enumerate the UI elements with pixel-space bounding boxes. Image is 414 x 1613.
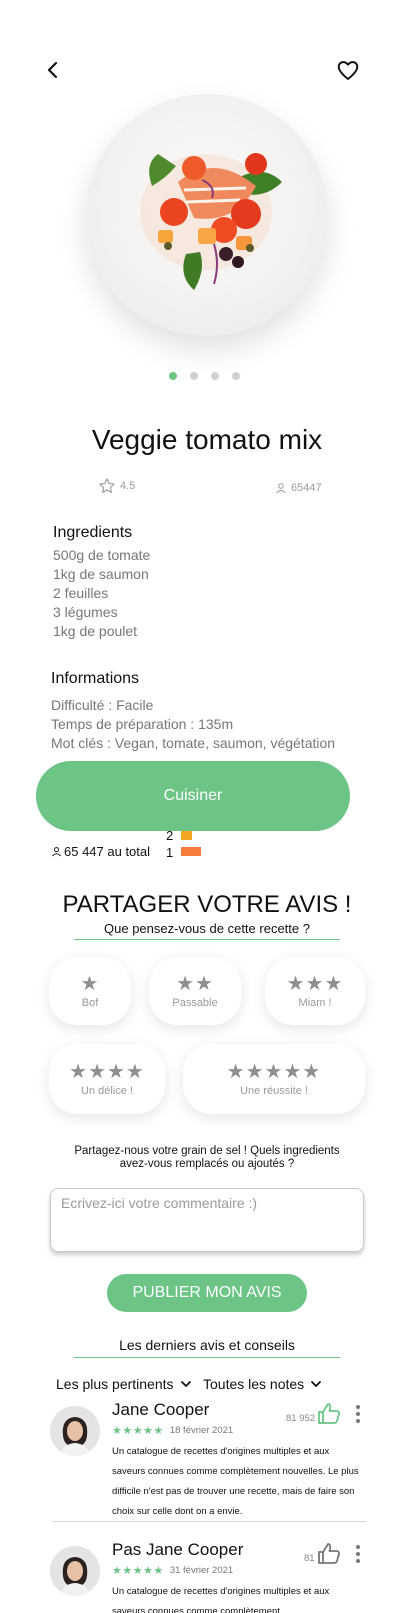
divider	[74, 1357, 340, 1358]
recipe-title: Veggie tomato mix	[91, 424, 323, 455]
share-subtitle: Que pensez-vous de cette recette ?	[104, 921, 310, 936]
rate-option-5[interactable]: ★★★★★ Une réussite !	[183, 1044, 365, 1114]
rate-stars: ★★★	[286, 972, 344, 995]
review-meta: ★★★★★ 18 février 2021	[112, 1424, 233, 1437]
cook-button[interactable]: Cuisiner	[36, 761, 350, 831]
review-likes: 81 952	[286, 1402, 341, 1424]
rate-label: Une réussite !	[240, 1084, 308, 1097]
keywords: Mot clés : Vegan, tomate, saumon, végéta…	[51, 735, 336, 751]
sort-filter-label: Les plus pertinents	[56, 1376, 174, 1392]
avatar	[50, 1546, 100, 1596]
rate-stars: ★★★★	[69, 1060, 145, 1083]
avatar-image	[50, 1546, 100, 1596]
rate-option-1[interactable]: ★ Bof	[49, 957, 131, 1025]
rate-option-3[interactable]: ★★★ Miam !	[265, 957, 365, 1025]
user-icon	[276, 483, 286, 494]
informations-title: Informations	[51, 670, 140, 687]
ingredient-item: 3 légumes	[53, 604, 118, 620]
rate-option-4[interactable]: ★★★★ Un délice !	[49, 1044, 165, 1114]
review-menu-button[interactable]	[352, 1403, 364, 1425]
likes-count: 81	[304, 1553, 315, 1564]
rating-row-bar	[181, 847, 201, 856]
review-author: Jane Cooper	[112, 1400, 210, 1419]
rate-stars: ★	[80, 972, 100, 995]
ingredients-list: 500g de tomate 1kg de saumon 2 feuilles …	[53, 546, 150, 641]
review-likes: 81	[304, 1542, 341, 1564]
review-author: Pas Jane Cooper	[112, 1540, 244, 1559]
recipe-rating: 4.5	[98, 477, 135, 495]
rating-row-label: 1	[166, 845, 174, 860]
heart-icon	[337, 61, 359, 80]
divider	[74, 939, 340, 940]
chevron-left-icon	[47, 61, 58, 79]
carousel-dots	[169, 372, 240, 380]
publish-button[interactable]: PUBLIER MON AVIS	[107, 1274, 307, 1312]
rate-label: Passable	[172, 996, 218, 1009]
chevron-down-icon	[311, 1381, 322, 1387]
notes-filter-label: Toutes les notes	[203, 1376, 305, 1392]
avatar	[50, 1406, 100, 1456]
review-stars: ★★★★★	[112, 1565, 164, 1577]
favorite-button[interactable]	[334, 56, 362, 84]
prep-time: Temps de préparation : 135m	[51, 716, 234, 732]
review-menu-button[interactable]	[352, 1543, 364, 1565]
review-text: Un catalogue de recettes d'origines mult…	[112, 1446, 359, 1517]
star-outline-icon	[99, 478, 115, 494]
ingredient-item: 1kg de saumon	[53, 566, 149, 582]
rate-stars: ★★	[176, 972, 214, 995]
rate-label: Bof	[81, 996, 99, 1009]
rate-label: Miam !	[298, 996, 332, 1009]
ratings-total-label: 65 447 au total	[64, 844, 151, 859]
ingredient-item: 1kg de poulet	[53, 623, 138, 639]
thumbs-up-icon[interactable]	[317, 1542, 341, 1564]
back-button[interactable]	[40, 56, 68, 84]
ingredient-item: 2 feuilles	[53, 585, 109, 601]
rating-value: 4.5	[120, 480, 136, 492]
review-date: 31 février 2021	[169, 1565, 234, 1576]
reviews-title: Les derniers avis et conseils	[119, 1337, 295, 1353]
ingredient-item: 500g de tomate	[53, 547, 151, 563]
dot	[356, 1559, 360, 1563]
dot	[356, 1405, 360, 1409]
carousel-dot[interactable]	[169, 372, 177, 380]
avatar-image	[50, 1406, 100, 1456]
users-count: 65447	[291, 482, 322, 494]
sort-filter[interactable]: Les plus pertinents	[56, 1376, 192, 1392]
recipe-users: 65447	[275, 482, 322, 494]
dot	[356, 1552, 360, 1556]
dot	[356, 1419, 360, 1423]
rate-option-2[interactable]: ★★ Passable	[149, 957, 241, 1025]
carousel-dot[interactable]	[190, 372, 198, 380]
dish-image	[86, 94, 328, 336]
carousel-dot[interactable]	[232, 372, 240, 380]
ingredients-title: Ingredients	[53, 524, 133, 541]
dish-illustration	[140, 153, 282, 290]
review-text: Un catalogue de recettes d'origines mult…	[112, 1586, 330, 1613]
dot	[356, 1412, 360, 1416]
difficulty: Difficulté : Facile	[51, 697, 154, 713]
review-date: 18 février 2021	[169, 1425, 234, 1436]
thumbs-up-icon[interactable]	[317, 1402, 341, 1424]
likes-count: 81 952	[286, 1413, 316, 1424]
user-icon	[52, 847, 61, 857]
review-stars: ★★★★★	[112, 1425, 164, 1437]
comment-prompt: Partagez-nous votre grain de sel ! Quels…	[74, 1145, 340, 1170]
share-title: PARTAGER VOTRE AVIS !	[62, 891, 352, 918]
rate-stars: ★★★★★	[226, 1060, 322, 1083]
carousel-dot[interactable]	[211, 372, 219, 380]
divider	[52, 1521, 366, 1522]
chevron-down-icon	[180, 1381, 191, 1387]
review-meta: ★★★★★ 31 février 2021	[112, 1564, 233, 1577]
dot	[356, 1545, 360, 1549]
rate-label: Un délice !	[81, 1084, 133, 1097]
informations-list: Difficulté : Facile Temps de préparation…	[51, 696, 335, 753]
notes-filter[interactable]: Toutes les notes	[203, 1376, 322, 1392]
ratings-total: 65 447 au total	[51, 844, 150, 859]
comment-input[interactable]	[50, 1188, 364, 1252]
